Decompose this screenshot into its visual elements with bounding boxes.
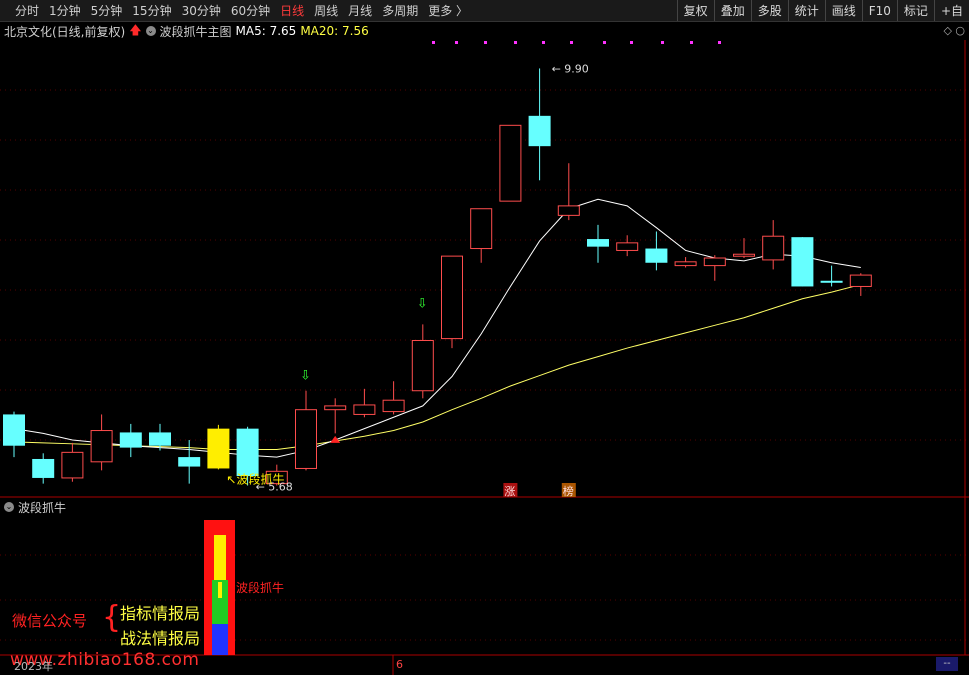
candle-body [32,458,55,478]
top-marker [661,41,664,44]
top-marker [542,41,545,44]
tag-zhang: 涨 [504,485,515,498]
dropdown-circle-icon[interactable]: ⌄ [4,502,14,512]
candle-body [849,274,872,287]
candle-body [674,261,697,267]
red-up-marker-icon [330,435,341,443]
top-marker [630,41,633,44]
candle-body [178,457,201,467]
top-marker [570,41,573,44]
buy-arrow-icon: ⇩ [417,296,428,311]
candle-body [149,432,171,446]
candle-body [791,237,814,287]
candle-body [441,255,463,340]
buy-arrow-icon: ⇩ [300,368,311,383]
candle-body [207,428,230,469]
watermark-line2: 战法情报局 [120,629,201,648]
candle-body [528,115,551,147]
date-axis-month: 6 [396,658,403,671]
candle-body [762,235,785,261]
candle-body [353,404,376,415]
top-marker [718,41,721,44]
candle-body [587,239,609,247]
watermark-line1: 指标情报局 [120,604,201,623]
candle-body [236,428,259,477]
candle-body [3,414,25,446]
candle-body [499,124,522,202]
candle-body [703,257,726,267]
high-price-label: ← 9.90 [552,62,589,75]
candle-body [90,430,113,463]
candle-body [411,339,434,392]
indicator-bar-yellow-small [218,582,222,598]
candle-body [382,399,405,413]
candle-body [61,451,84,479]
ma20-line [13,284,861,450]
tag-bang: 榜 [563,484,574,498]
candle-body [645,248,668,263]
indicator-bar-green-2 [212,608,228,624]
top-marker [603,41,606,44]
top-marker [514,41,517,44]
candle-body [470,208,493,250]
indicator-bar-blue [212,624,228,655]
candle-body [820,280,843,283]
watermark-wechat: 微信公众号 [12,612,88,630]
candle-body [119,432,142,448]
sub-indicator-bar: ⌄ 波段抓牛 [0,499,969,515]
corner-box[interactable]: -- [936,657,958,671]
candle-body [557,205,580,216]
top-marker [455,41,458,44]
watermark-brace: { [102,600,122,635]
signal-label: ↖波段抓牛 [226,472,284,487]
candle-body [616,242,639,251]
top-marker [484,41,487,44]
indicator-bar-yellow [214,535,226,580]
date-axis-year: 2023年 [14,660,53,673]
sub-indicator-name[interactable]: 波段抓牛 [18,499,66,516]
candlestick-chart[interactable]: ← 9.90← 5.68↖波段抓牛⇩⇩涨 榜波段抓牛 [0,0,969,675]
top-marker [432,41,435,44]
top-marker [690,41,693,44]
candle-body [733,253,755,257]
candle-body [295,409,317,469]
candle-body [324,405,347,411]
sub-indicator-label: 波段抓牛 [236,580,284,595]
ma5-line [13,198,861,458]
